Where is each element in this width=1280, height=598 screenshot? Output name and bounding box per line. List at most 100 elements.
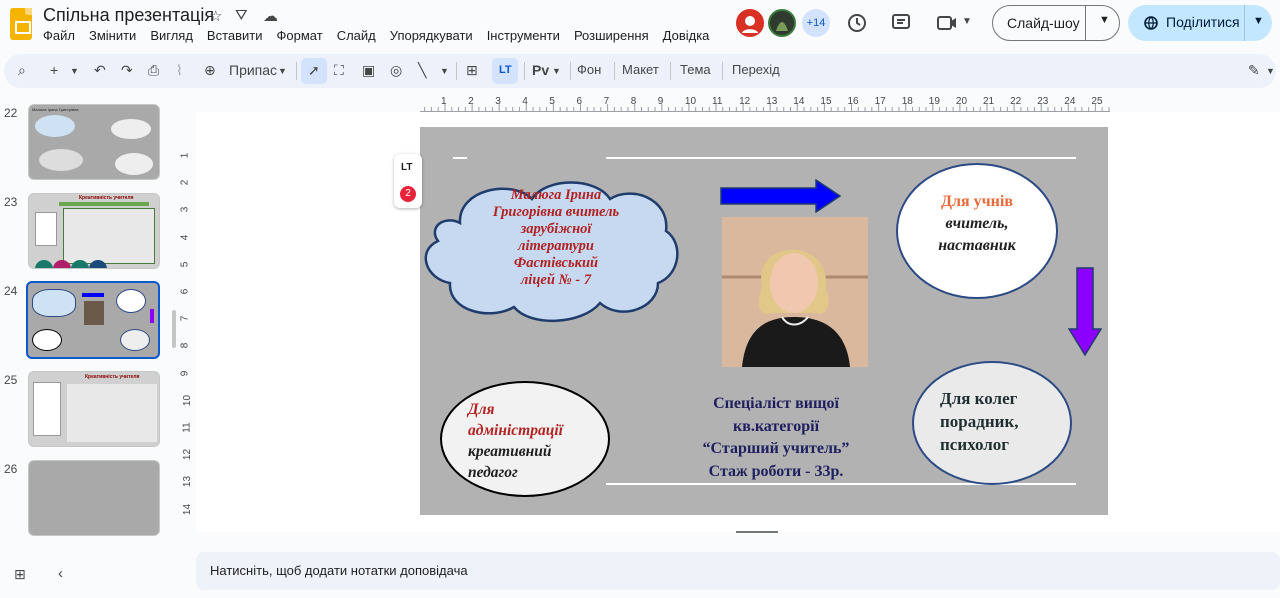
background-button[interactable]: Фон [577, 62, 601, 77]
grid-view-icon[interactable]: ⊞ [14, 566, 26, 583]
transition-button[interactable]: Перехід [732, 62, 780, 77]
undo-icon[interactable]: ↶ [94, 62, 106, 79]
redo-icon[interactable]: ↷ [121, 62, 133, 79]
ruler-tick-label: 19 [928, 96, 940, 107]
menu-insert[interactable]: Вставити [207, 28, 263, 43]
menu-edit[interactable]: Змінити [89, 28, 136, 43]
ruler-tick-label: 13 [766, 96, 778, 107]
theme-button[interactable]: Тема [680, 62, 711, 77]
students-oval[interactable]: Для учнів вчитель, наставник [896, 163, 1058, 299]
star-icon[interactable]: ☆ [209, 7, 222, 25]
notes-resize-handle[interactable] [736, 531, 778, 533]
ruler-tick-label: 3 [495, 96, 501, 107]
meet-camera-icon[interactable] [936, 13, 958, 33]
colleagues-title: Для колег [940, 389, 1018, 408]
top-bar: Спільна презентація ☆ ⛛ ☁ Файл Змінити Виг… [0, 0, 1280, 52]
comments-icon[interactable] [890, 12, 912, 34]
frame-select-icon[interactable]: ⛶ [334, 62, 344, 79]
ruler-tick-label: 2 [468, 96, 474, 107]
teacher-photo[interactable] [722, 217, 868, 367]
specialist-text[interactable]: Спеціаліст вищої кв.категорії “Старший у… [670, 393, 882, 483]
menu-slide[interactable]: Слайд [337, 28, 376, 43]
ruler-tick-label: 9 [179, 370, 191, 376]
ruler-tick-label: 10 [182, 394, 194, 406]
meet-dropdown-icon[interactable]: ▼ [962, 16, 972, 27]
down-arrow-icon[interactable] [1068, 267, 1102, 357]
more-collaborators-badge[interactable]: +14 [802, 9, 830, 37]
slide-thumbnail-23[interactable]: Креативність учителя [28, 193, 160, 269]
select-tool-icon[interactable]: ➚ [308, 62, 320, 79]
ruler-tick-label: 8 [179, 343, 191, 349]
cloud-text: Малюга Ірина Григорівна вчитель зарубіжн… [492, 187, 620, 288]
menu-arrange[interactable]: Упорядкувати [390, 28, 473, 43]
menu-bar: Файл Змінити Вигляд Вставити Формат Слайд Упор… [43, 28, 723, 43]
share-button[interactable]: Поділитися ▼ [1128, 5, 1272, 41]
font-select[interactable]: Рv [532, 62, 549, 78]
slide-number: 24 [4, 284, 18, 298]
speaker-notes[interactable]: Натисніть, щоб додати нотатки доповідача [196, 552, 1280, 590]
cloud-status-icon[interactable]: ☁ [263, 7, 278, 25]
line-dropdown-icon[interactable]: ▼ [440, 66, 449, 76]
filmstrip-scrollbar[interactable] [172, 310, 176, 348]
ruler-tick-label: 14 [793, 96, 805, 107]
administration-oval[interactable]: Для адміністрації креативний педагог [440, 381, 610, 497]
move-to-drive-icon[interactable]: ⛛ [235, 7, 248, 24]
ruler-tick-label: 25 [1091, 96, 1103, 107]
ruler-tick-label: 16 [847, 96, 859, 107]
share-dropdown-icon[interactable]: ▼ [1253, 15, 1264, 27]
slideshow-button[interactable]: Слайд-шоу ▼ [992, 5, 1120, 41]
document-title[interactable]: Спільна презентація [43, 5, 214, 26]
menu-tools[interactable]: Інструменти [487, 28, 560, 43]
right-arrow-icon[interactable] [720, 179, 842, 213]
new-slide-dropdown-icon[interactable]: ▼ [70, 66, 79, 76]
slide-number: 22 [4, 106, 18, 120]
slideshow-dropdown-icon[interactable]: ▼ [1099, 14, 1110, 26]
menu-extensions[interactable]: Розширення [574, 28, 649, 43]
slide-thumbnail-24-selected[interactable] [26, 281, 160, 359]
ruler-tick-label: 3 [179, 207, 191, 213]
ruler-tick-label: 15 [820, 96, 832, 107]
new-slide-icon[interactable]: + [50, 62, 58, 78]
menu-help[interactable]: Довідка [663, 28, 710, 43]
vertical-ruler[interactable]: 1 2 3 4 5 6 7 8 9 10 11 12 13 14 [179, 128, 194, 518]
ruler-tick-label: 7 [603, 96, 610, 107]
zoom-select[interactable]: Припас [229, 62, 277, 78]
collapse-filmstrip-icon[interactable]: ‹ [58, 565, 63, 582]
slide-thumbnail-22[interactable]: Малюга Ірина Григорівна [28, 104, 160, 180]
issues-count-badge[interactable]: 2 [400, 186, 416, 202]
menu-view[interactable]: Вигляд [150, 28, 193, 43]
spell-check-icon[interactable]: LT [499, 64, 512, 76]
zoom-icon[interactable]: ⊕ [204, 62, 216, 79]
notes-placeholder: Натисніть, щоб додати нотатки доповідача [210, 563, 468, 578]
paint-format-icon[interactable]: ⌇ [176, 62, 183, 79]
language-tool-icon[interactable]: LT [401, 162, 412, 173]
slide-number: 23 [4, 195, 18, 209]
insert-comment-icon[interactable]: ⊞ [466, 62, 478, 79]
slide-thumbnail-25[interactable]: Креативність учителя [28, 371, 160, 447]
editing-mode-dropdown-icon[interactable]: ▼ [1266, 66, 1275, 76]
font-dropdown-icon[interactable]: ▼ [552, 66, 561, 76]
image-icon[interactable]: ▣ [362, 62, 375, 79]
horizontal-ruler[interactable]: 1 2 3 4 5 6 7 8 9 10 11 12 13 14 15 16 17 18 19 20 21 22 23 24 2… [420, 96, 1110, 112]
version-history-icon[interactable] [846, 12, 868, 34]
ruler-tick-label: 5 [179, 261, 191, 268]
current-slide[interactable]: Малюга Ірина Григорівна вчитель зарубіжн… [420, 127, 1108, 515]
colleagues-oval[interactable]: Для колег порадник, психолог [912, 361, 1072, 485]
line-icon[interactable]: ╲ [418, 62, 426, 79]
language-tool-widget[interactable]: LT 2 [394, 154, 422, 208]
editing-mode-icon[interactable]: ✎ [1248, 62, 1260, 79]
zoom-dropdown-icon[interactable]: ▼ [278, 66, 287, 76]
shape-icon[interactable]: ◎ [390, 62, 402, 79]
menu-file[interactable]: Файл [43, 28, 75, 43]
collaborator-avatar[interactable] [736, 9, 764, 37]
layout-button[interactable]: Макет [622, 62, 659, 77]
thumbnail-title: Малюга Ірина Григорівна [32, 107, 79, 112]
slide-thumbnail-26[interactable] [28, 460, 160, 536]
ruler-tick-label: 10 [684, 96, 697, 107]
slides-logo-icon[interactable] [10, 8, 32, 40]
globe-icon [1144, 16, 1158, 30]
print-icon[interactable]: ⎙ [148, 62, 159, 79]
collaborator-avatar[interactable] [768, 9, 796, 37]
search-menus-icon[interactable]: ⌕ [18, 62, 26, 79]
menu-format[interactable]: Формат [277, 28, 323, 43]
